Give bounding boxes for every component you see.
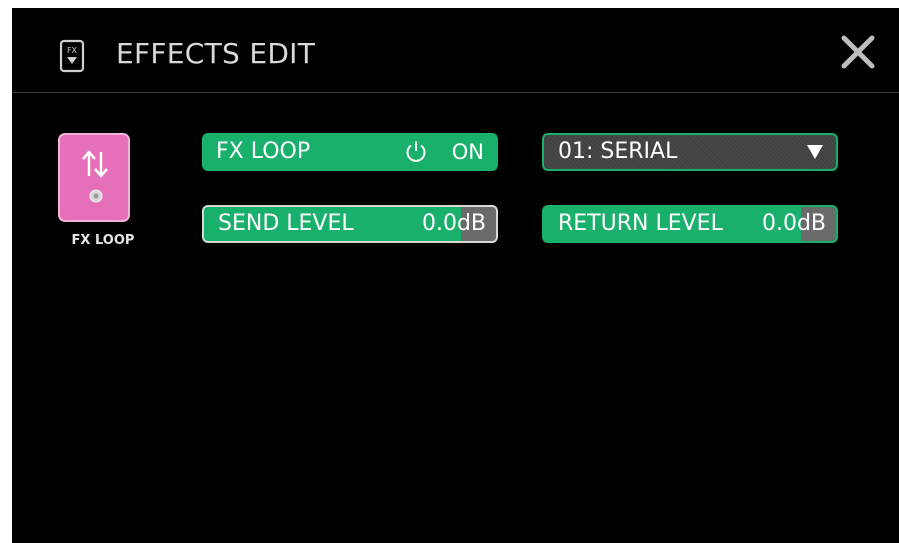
send-level-slider[interactable]: SEND LEVEL 0.0dB [202,205,498,243]
fx-icon-text: FX [67,46,78,55]
loop-mode-value: 01: SERIAL [558,139,678,164]
send-level-value: 0.0dB [421,211,486,236]
return-level-label: RETURN LEVEL [558,211,723,236]
page-title: EFFECTS EDIT [116,37,316,70]
loop-mode-dropdown[interactable]: 01: SERIAL [542,133,838,171]
fx-loop-pedal[interactable] [58,133,130,222]
close-icon[interactable] [838,32,878,72]
footswitch-icon [89,189,103,203]
fx-loop-state: ON [451,140,484,164]
return-level-value: 0.0dB [761,211,826,236]
send-level-label: SEND LEVEL [218,211,354,236]
dropdown-triangle-icon [807,145,823,159]
effects-edit-screen: FX EFFECTS EDIT FX LOOP FX LOOP ON 01: S… [12,8,899,543]
pedal-label: FX LOOP [71,233,135,248]
fx-icon: FX [59,39,85,73]
up-down-arrows-icon [82,150,108,178]
fx-loop-label: FX LOOP [216,139,311,164]
header: FX EFFECTS EDIT [12,8,899,92]
return-level-slider[interactable]: RETURN LEVEL 0.0dB [542,205,838,243]
fx-loop-toggle-button[interactable]: FX LOOP ON [202,133,498,171]
header-divider [12,92,899,93]
power-icon [406,141,426,162]
